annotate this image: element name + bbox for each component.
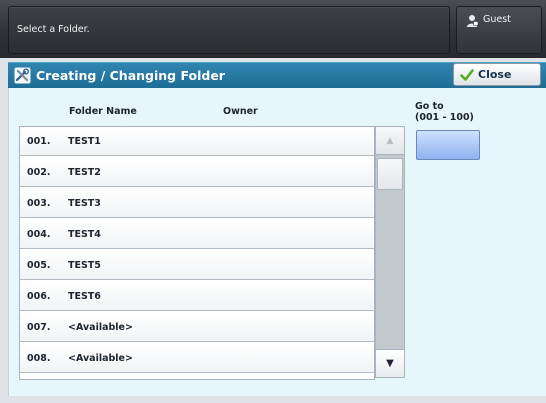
folder-name: TEST1	[68, 136, 101, 147]
goto-label: Go to (001 - 100)	[415, 101, 474, 123]
user-label: Guest	[483, 14, 511, 25]
folder-row[interactable]: 004. TEST4	[20, 220, 374, 249]
close-button[interactable]: Close	[453, 63, 541, 86]
checkmark-icon	[460, 69, 474, 81]
tools-icon	[14, 67, 31, 84]
scroll-up-button[interactable]: ▲	[376, 127, 404, 155]
folder-row[interactable]: 005. TEST5	[20, 251, 374, 280]
folder-number: 006.	[27, 291, 51, 302]
scrollbar-thumb[interactable]	[377, 158, 403, 190]
goto-number-field[interactable]	[416, 130, 480, 160]
triangle-up-icon: ▲	[386, 136, 394, 146]
folder-number: 003.	[27, 198, 51, 209]
message-text: Select a Folder.	[17, 24, 90, 35]
folder-row[interactable]: 003. TEST3	[20, 189, 374, 218]
user-lock-icon	[467, 15, 479, 27]
folder-number: 007.	[27, 322, 51, 333]
folder-name: <Available>	[68, 353, 133, 364]
folder-number: 008.	[27, 353, 51, 364]
folder-row[interactable]: 008. <Available>	[20, 344, 374, 373]
folder-row[interactable]: 002. TEST2	[20, 158, 374, 187]
folder-number: 004.	[27, 229, 51, 240]
folder-name: TEST5	[68, 260, 101, 271]
scroll-down-button[interactable]: ▼	[376, 349, 404, 377]
folder-row[interactable]: 006. TEST6	[20, 282, 374, 311]
page-title: Creating / Changing Folder	[36, 68, 225, 83]
folder-row[interactable]: 007. <Available>	[20, 313, 374, 342]
user-button[interactable]: Guest	[456, 6, 542, 54]
folder-number: 002.	[27, 167, 51, 178]
goto-label-text: Go to	[415, 101, 444, 112]
folder-number: 001.	[27, 136, 51, 147]
folder-name: TEST3	[68, 198, 101, 209]
triangle-down-icon: ▼	[386, 358, 394, 369]
folder-name: TEST4	[68, 229, 101, 240]
top-message-bar: Select a Folder. Guest	[0, 0, 546, 58]
column-header-owner: Owner	[223, 106, 258, 117]
goto-range-text: (001 - 100)	[415, 112, 474, 123]
column-header-folder-name: Folder Name	[69, 106, 137, 117]
folder-name: TEST6	[68, 291, 101, 302]
folder-name: TEST2	[68, 167, 101, 178]
folder-number: 005.	[27, 260, 51, 271]
folder-name: <Available>	[68, 322, 133, 333]
folder-row[interactable]: 001. TEST1	[20, 127, 374, 156]
close-label: Close	[478, 68, 512, 81]
message-area: Select a Folder.	[8, 6, 450, 54]
folder-list: 001. TEST1 002. TEST2 003. TEST3 004. TE…	[19, 126, 375, 380]
